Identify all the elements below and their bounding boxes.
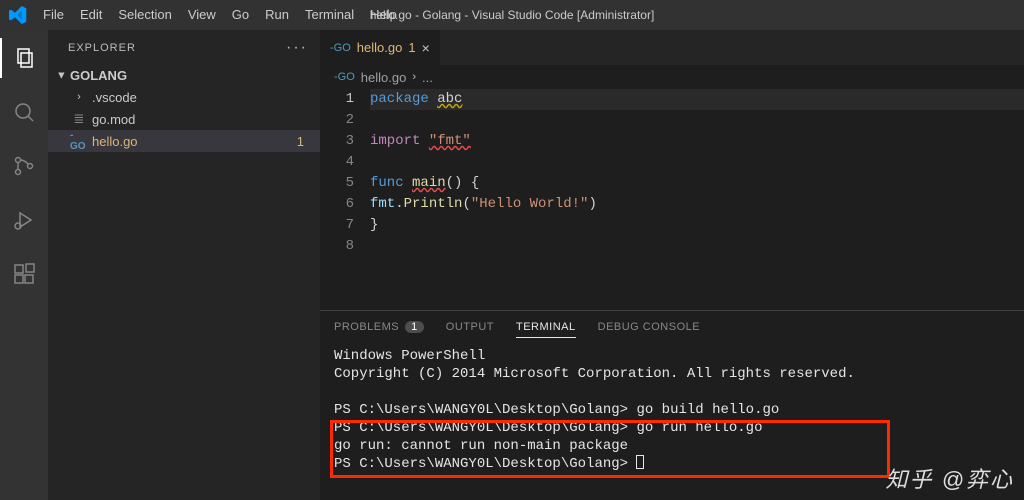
run-debug-icon[interactable] [0, 200, 48, 240]
activity-bar [0, 30, 48, 500]
terminal-line: go run: cannot run non-main package [334, 437, 1010, 455]
menu-go[interactable]: Go [224, 0, 257, 30]
tree-item-gomod[interactable]: ≣ go.mod [48, 108, 320, 130]
search-icon[interactable] [0, 92, 48, 132]
tab-modified-badge: 1 [408, 40, 415, 55]
tab-output[interactable]: OUTPUT [446, 321, 494, 333]
folder-root-label: GOLANG [70, 68, 127, 83]
tree-item-label: go.mod [92, 112, 135, 127]
editor-group: -GO hello.go 1 × -GO hello.go › ... 1 2 … [320, 30, 1024, 500]
go-file-icon: -GO [334, 71, 355, 83]
terminal-line [334, 383, 1010, 401]
tree-item-label: .vscode [92, 90, 137, 105]
chevron-right-icon: › [70, 91, 88, 103]
window-title: hello.go - Golang - Visual Studio Code [… [370, 8, 655, 22]
breadcrumb-file: hello.go [361, 70, 407, 85]
file-icon: ≣ [70, 111, 88, 127]
menu-file[interactable]: File [35, 0, 72, 30]
source-control-icon[interactable] [0, 146, 48, 186]
line-gutter: 1 2 3 4 5 6 7 8 [320, 89, 370, 310]
folder-root[interactable]: ▸ GOLANG [48, 65, 320, 86]
breadcrumb[interactable]: -GO hello.go › ... [320, 65, 1024, 89]
tree-item-hello-go[interactable]: -GO hello.go 1 [48, 130, 320, 152]
explorer-header: EXPLORER ··· [48, 30, 320, 65]
menu-bar: File Edit Selection View Go Run Terminal… [35, 0, 405, 30]
vscode-icon [0, 6, 35, 24]
terminal-line: Copyright (C) 2014 Microsoft Corporation… [334, 365, 1010, 383]
breadcrumb-tail: ... [422, 70, 433, 85]
terminal-line: PS C:\Users\WANGY0L\Desktop\Golang> [334, 455, 1010, 473]
tree-item-vscode[interactable]: › .vscode [48, 86, 320, 108]
code-content[interactable]: package abc import "fmt" func main() { f… [370, 89, 1024, 310]
tab-label: hello.go [357, 40, 403, 55]
menu-edit[interactable]: Edit [72, 0, 110, 30]
go-file-icon: -GO [330, 42, 351, 54]
terminal-line: Windows PowerShell [334, 347, 1010, 365]
terminal-line: PS C:\Users\WANGY0L\Desktop\Golang> go b… [334, 401, 1010, 419]
explorer-sidebar: EXPLORER ··· ▸ GOLANG › .vscode ≣ go.mod… [48, 30, 320, 500]
code-editor[interactable]: 1 2 3 4 5 6 7 8 package abc import "fmt"… [320, 89, 1024, 310]
tree-item-label: hello.go [92, 134, 138, 149]
editor-tabs: -GO hello.go 1 × [320, 30, 1024, 65]
menu-view[interactable]: View [180, 0, 224, 30]
explorer-more-icon[interactable]: ··· [286, 39, 308, 57]
menu-terminal[interactable]: Terminal [297, 0, 362, 30]
chevron-down-icon: ▸ [56, 68, 69, 84]
problems-count-badge: 1 [405, 321, 424, 333]
titlebar: File Edit Selection View Go Run Terminal… [0, 0, 1024, 30]
close-icon[interactable]: × [422, 40, 430, 56]
menu-selection[interactable]: Selection [110, 0, 179, 30]
bottom-panel: PROBLEMS 1 OUTPUT TERMINAL DEBUG CONSOLE… [320, 310, 1024, 500]
tab-debug-console[interactable]: DEBUG CONSOLE [598, 321, 700, 333]
terminal-line: PS C:\Users\WANGY0L\Desktop\Golang> go r… [334, 419, 1010, 437]
tab-terminal[interactable]: TERMINAL [516, 321, 576, 338]
menu-run[interactable]: Run [257, 0, 297, 30]
problem-badge: 1 [297, 134, 310, 149]
explorer-title: EXPLORER [68, 42, 136, 54]
extensions-icon[interactable] [0, 254, 48, 294]
panel-tabs: PROBLEMS 1 OUTPUT TERMINAL DEBUG CONSOLE [320, 311, 1024, 343]
explorer-icon[interactable] [0, 38, 48, 78]
chevron-right-icon: › [412, 71, 416, 83]
tab-hello-go[interactable]: -GO hello.go 1 × [320, 30, 441, 65]
go-file-icon: -GO [70, 130, 88, 152]
terminal[interactable]: Windows PowerShell Copyright (C) 2014 Mi… [320, 343, 1024, 500]
terminal-cursor [636, 455, 644, 469]
tab-problems[interactable]: PROBLEMS 1 [334, 321, 424, 333]
